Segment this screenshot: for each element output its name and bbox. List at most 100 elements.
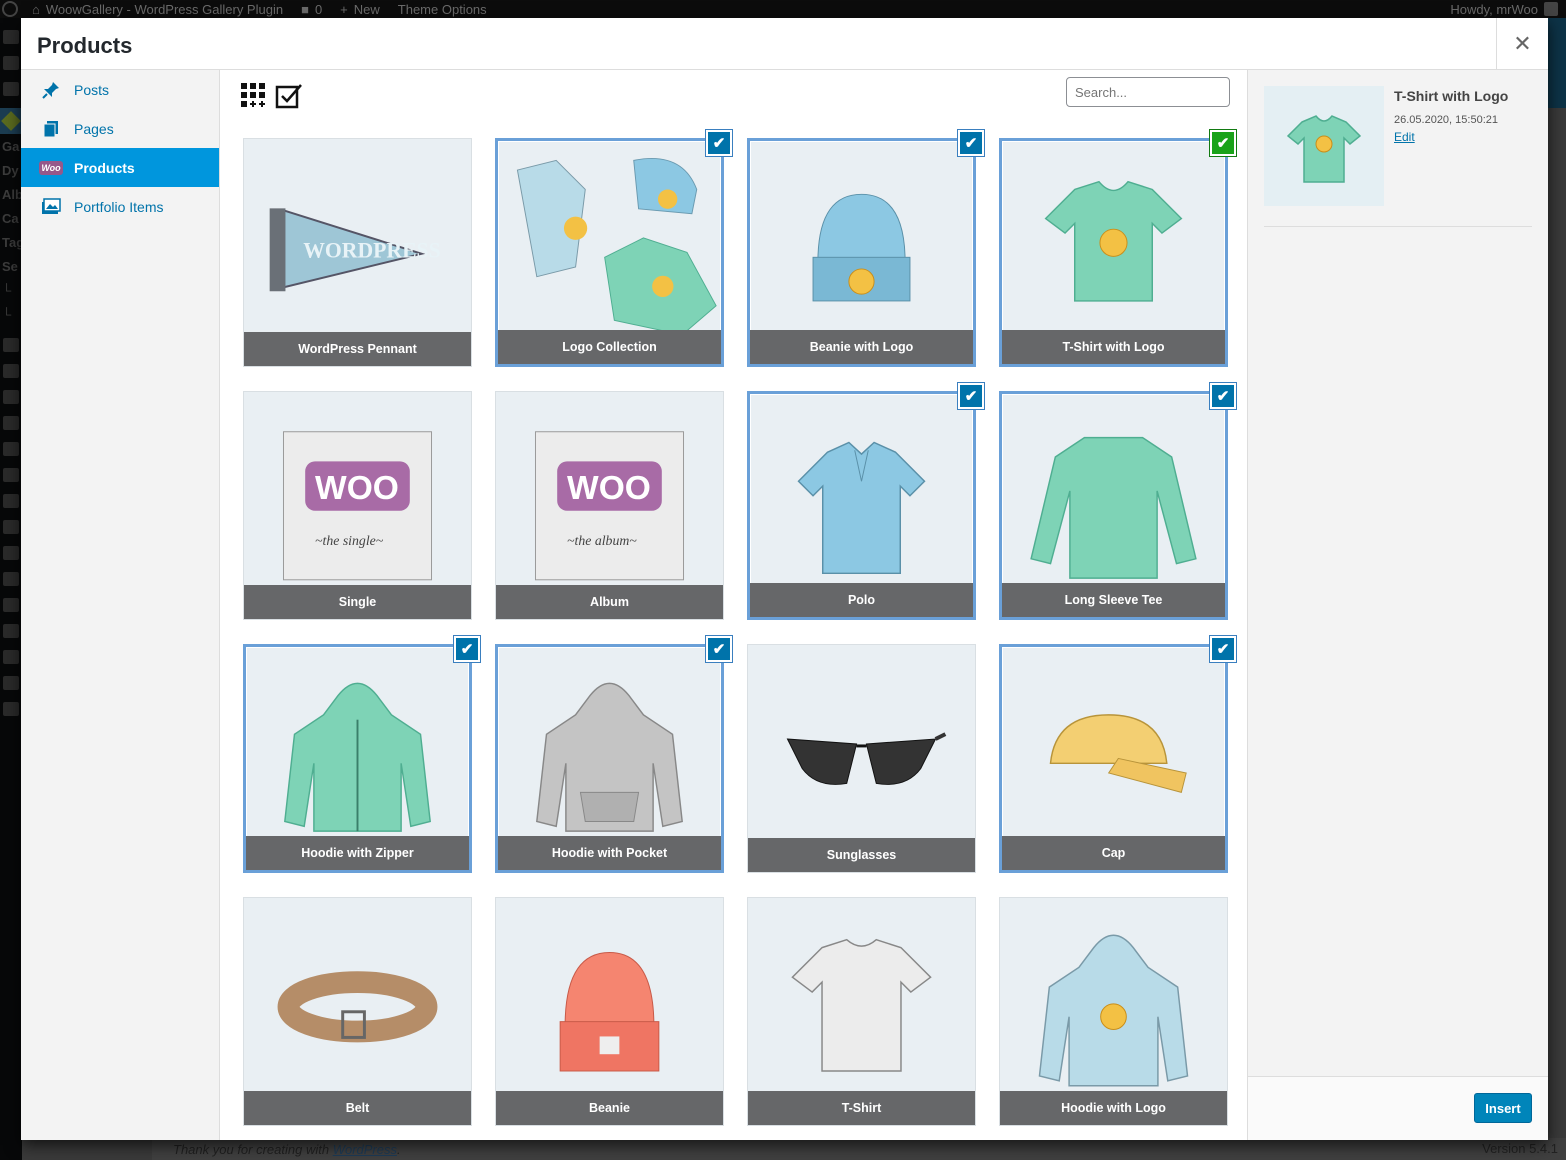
admin-menu-item[interactable]: Tag: [0, 230, 22, 254]
pages-icon[interactable]: [3, 338, 19, 352]
checkmark-icon[interactable]: ✔: [1210, 130, 1236, 156]
menu-item-posts[interactable]: Posts: [21, 70, 219, 109]
admin-menu-item[interactable]: Ca: [0, 206, 22, 230]
media-icon[interactable]: [3, 82, 19, 96]
dashboard-icon[interactable]: [3, 30, 19, 44]
checkmark-icon[interactable]: ✔: [706, 636, 732, 662]
product-tile[interactable]: Logo Collection ✔: [493, 130, 732, 369]
gallery-icon[interactable]: [0, 108, 22, 134]
menu-item-label: Products: [74, 159, 135, 176]
admin-menu-item[interactable]: Dy: [0, 158, 22, 182]
svg-text:WOO: WOO: [567, 470, 651, 507]
admin-menu-item[interactable]: Ga: [0, 134, 22, 158]
product-label: Album: [496, 585, 723, 619]
search-input[interactable]: [1066, 77, 1230, 107]
insert-button[interactable]: Insert: [1474, 1093, 1532, 1123]
pencil-icon[interactable]: [3, 676, 19, 690]
theme-options-link[interactable]: Theme Options: [398, 2, 487, 17]
admin-menu-item[interactable]: Se: [0, 254, 22, 278]
portfolio-icon[interactable]: [3, 390, 19, 404]
admin-menu-item[interactable]: └: [0, 302, 22, 326]
grid-add-icon[interactable]: [240, 82, 266, 108]
product-thumbnail: T-Shirt: [747, 897, 976, 1126]
product-tile[interactable]: Hoodie with Logo: [997, 895, 1230, 1128]
admin-footer: Thank you for creating with WordPress. V…: [152, 1138, 1566, 1160]
product-image: [277, 971, 438, 1043]
product-tile[interactable]: T-Shirt with Logo ✔: [997, 130, 1236, 369]
toolbar: [221, 70, 1247, 126]
avatar: [1544, 2, 1558, 16]
menu-item-products[interactable]: Woo Products: [21, 148, 219, 187]
product-label: T-Shirt: [748, 1091, 975, 1125]
account-menu[interactable]: Howdy, mrWoo: [1450, 0, 1558, 18]
analytics-icon[interactable]: [3, 468, 19, 482]
product-image: [536, 682, 683, 832]
svg-text:~the single~: ~the single~: [315, 533, 384, 548]
product-image: WOO ~the album~: [534, 431, 685, 581]
product-tile[interactable]: T-Shirt: [745, 895, 978, 1128]
woocommerce-icon[interactable]: [3, 416, 19, 430]
product-image: WORDPRESS: [269, 208, 441, 292]
yoast-icon[interactable]: [3, 650, 19, 664]
product-tile[interactable]: Hoodie with Zipper ✔: [241, 636, 480, 875]
products-box-icon[interactable]: [3, 442, 19, 456]
checkmark-icon[interactable]: ✔: [1210, 636, 1236, 662]
menu-item-pages[interactable]: Pages: [21, 109, 219, 148]
product-image: [1030, 436, 1197, 579]
svg-text:WOO: WOO: [315, 470, 399, 507]
tools-icon[interactable]: [3, 598, 19, 612]
product-label: Polo: [750, 583, 973, 617]
settings-icon[interactable]: [3, 624, 19, 638]
product-image: WOO ~the single~: [282, 431, 433, 581]
checkmark-icon[interactable]: ✔: [958, 130, 984, 156]
users-icon[interactable]: [3, 572, 19, 586]
comments-link[interactable]: ■ 0: [301, 2, 322, 17]
product-tile[interactable]: Long Sleeve Tee ✔: [997, 383, 1236, 622]
admin-menu: Ga Dy Alb Ca Tag Se └ └: [0, 18, 22, 1160]
select-all-checkbox-icon[interactable]: [275, 82, 302, 109]
product-tile[interactable]: Hoodie with Pocket ✔: [493, 636, 732, 875]
product-tile[interactable]: Sunglasses: [745, 642, 978, 875]
product-thumbnail: Beanie with Logo: [747, 138, 976, 367]
marketing-icon[interactable]: [3, 494, 19, 508]
product-label: Cap: [1002, 836, 1225, 870]
wordpress-link[interactable]: WordPress: [333, 1142, 397, 1157]
svg-text:~the album~: ~the album~: [567, 533, 637, 548]
collapse-icon[interactable]: [3, 702, 19, 716]
product-tile[interactable]: Beanie: [493, 895, 726, 1128]
product-thumbnail: Hoodie with Zipper: [243, 644, 472, 873]
product-tile[interactable]: Beanie with Logo ✔: [745, 130, 984, 369]
appearance-icon[interactable]: [3, 520, 19, 534]
product-label: Logo Collection: [498, 330, 721, 364]
product-label: Beanie with Logo: [750, 330, 973, 364]
menu-item-label: Portfolio Items: [74, 198, 164, 215]
close-button[interactable]: ✕: [1496, 18, 1548, 70]
product-image: [786, 732, 947, 785]
details-date: 26.05.2020, 15:50:21: [1394, 114, 1498, 126]
product-thumbnail: Hoodie with Pocket: [495, 644, 724, 873]
plugins-icon[interactable]: [3, 546, 19, 560]
product-tile[interactable]: Cap ✔: [997, 636, 1236, 875]
checkmark-icon[interactable]: ✔: [1210, 383, 1236, 409]
modal-title: Products: [37, 33, 133, 58]
edit-link[interactable]: Edit: [1394, 130, 1415, 144]
site-name-link[interactable]: ⌂ WoowGallery - WordPress Gallery Plugin: [32, 2, 283, 17]
product-tile[interactable]: WOO ~the single~ Single: [241, 389, 474, 622]
checkmark-icon[interactable]: ✔: [706, 130, 732, 156]
product-label: Long Sleeve Tee: [1002, 583, 1225, 617]
menu-item-portfolio-items[interactable]: Portfolio Items: [21, 187, 219, 226]
admin-menu-item[interactable]: Alb: [0, 182, 22, 206]
posts-icon[interactable]: [3, 56, 19, 70]
product-thumbnail: WOO ~the album~ Album: [495, 391, 724, 620]
new-content-link[interactable]: + New: [340, 2, 380, 17]
comments-icon[interactable]: [3, 364, 19, 378]
checkmark-icon[interactable]: ✔: [958, 383, 984, 409]
product-tile[interactable]: Belt: [241, 895, 474, 1128]
product-tile[interactable]: WOO ~the album~ Album: [493, 389, 726, 622]
product-tile[interactable]: WORDPRESS WordPress Pennant: [241, 136, 474, 369]
wordpress-logo-icon[interactable]: [2, 1, 18, 17]
menu-item-label: Pages: [74, 120, 114, 137]
checkmark-icon[interactable]: ✔: [454, 636, 480, 662]
admin-menu-item[interactable]: └: [0, 278, 22, 302]
product-tile[interactable]: Polo ✔: [745, 383, 984, 622]
